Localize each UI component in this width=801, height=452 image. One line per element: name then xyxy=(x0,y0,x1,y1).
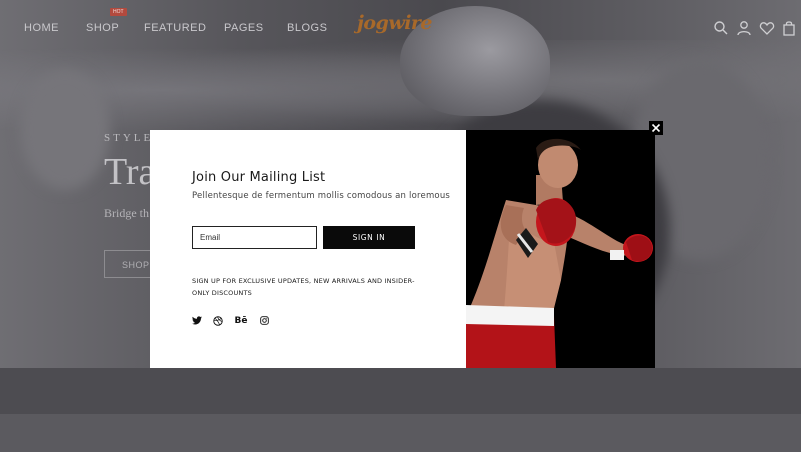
nav-item-pages[interactable]: PAGES xyxy=(224,22,264,34)
boxer-image xyxy=(466,130,655,368)
modal-content: Join Our Mailing List Pellentesque de fe… xyxy=(150,130,466,368)
search-icon[interactable] xyxy=(713,20,729,36)
nav-item-shop[interactable]: SHOP xyxy=(86,22,119,34)
nav-item-home[interactable]: HOME xyxy=(24,22,59,34)
nav-item-blogs[interactable]: BLOGS xyxy=(287,22,327,34)
nav-item-featured[interactable]: FEATURED xyxy=(144,22,206,34)
instagram-icon[interactable] xyxy=(259,315,269,326)
behance-icon[interactable]: Bē xyxy=(235,315,248,326)
hero-title: Tra xyxy=(104,151,156,193)
hero-subtitle: Bridge th xyxy=(104,206,149,220)
hero-eyebrow: STYLE xyxy=(104,132,154,144)
dribbble-icon[interactable] xyxy=(213,315,223,326)
top-navigation: HOME SHOP HOT FEATURED PAGES BLOGS jogwi… xyxy=(0,0,801,56)
modal-description: Pellentesque de fermentum mollis comodou… xyxy=(192,191,451,201)
close-icon xyxy=(651,123,661,133)
site-logo[interactable]: jogwire xyxy=(357,12,433,34)
hero-background-figure xyxy=(20,70,110,190)
twitter-icon[interactable] xyxy=(192,315,202,326)
close-modal-button[interactable] xyxy=(649,121,663,135)
mailing-list-modal: Join Our Mailing List Pellentesque de fe… xyxy=(150,130,655,368)
hot-badge: HOT xyxy=(110,8,127,16)
email-field[interactable] xyxy=(192,226,317,249)
hero-bottom-strip xyxy=(0,368,801,414)
modal-title: Join Our Mailing List xyxy=(192,170,326,185)
signup-note: SIGN UP FOR EXCLUSIVE UPDATES, NEW ARRIV… xyxy=(192,277,415,297)
user-icon[interactable] xyxy=(736,20,752,36)
sign-in-button[interactable]: SIGN IN xyxy=(323,226,415,249)
page-footer-area xyxy=(0,414,801,452)
bag-icon[interactable] xyxy=(781,20,797,36)
heart-icon[interactable] xyxy=(759,20,775,36)
